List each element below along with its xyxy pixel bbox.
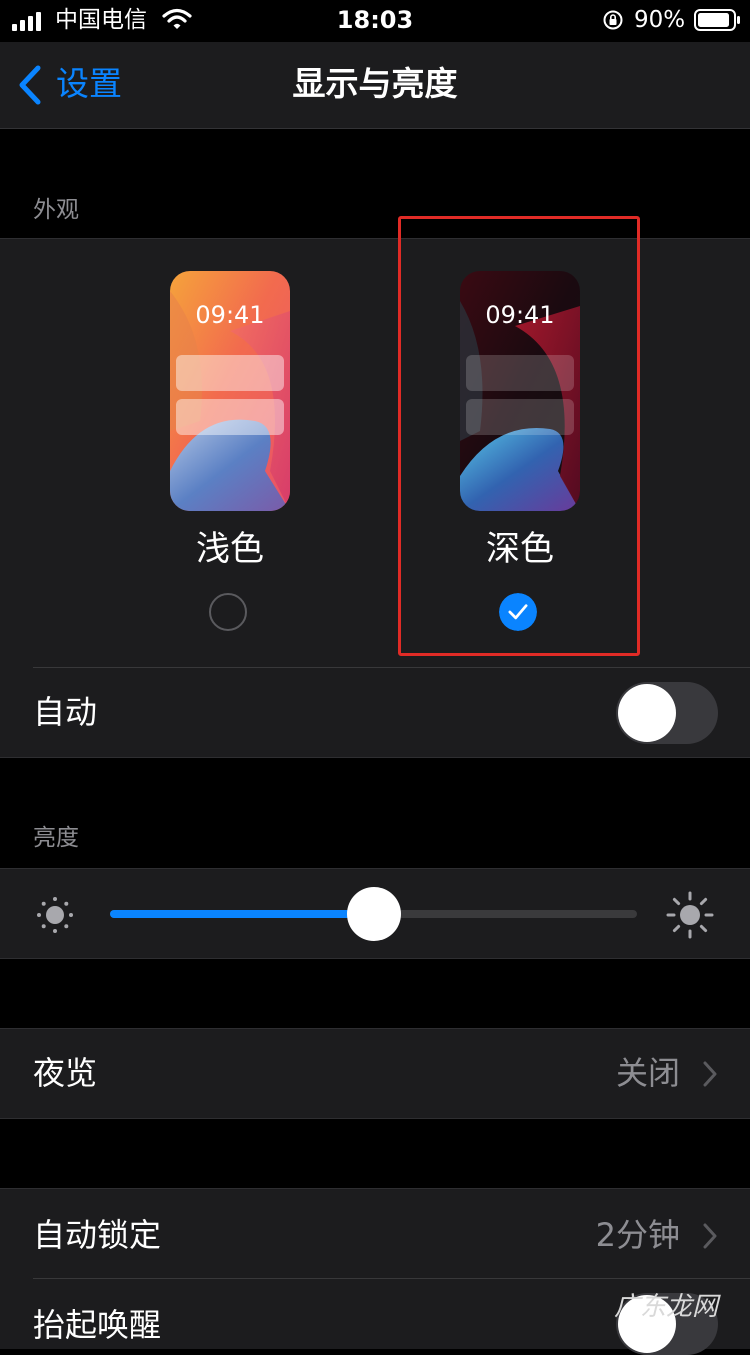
watermark: 广东龙网 <box>614 1292 719 1322</box>
battery-icon <box>694 9 740 31</box>
auto-lock-value: 2分钟 <box>595 1216 680 1254</box>
status-bar: 中国电信 18:03 90% <box>0 0 750 42</box>
brightness-group <box>0 868 750 959</box>
chevron-right-icon <box>703 1061 717 1087</box>
brightness-high-icon <box>666 891 714 939</box>
brightness-low-icon <box>37 897 73 933</box>
light-mode-preview: 09:41 <box>170 271 290 511</box>
light-mode-label: 浅色 <box>196 529 264 569</box>
rotation-lock-icon <box>603 10 623 30</box>
brightness-slider-fill <box>110 910 374 918</box>
night-shift-label: 夜览 <box>33 1054 98 1092</box>
raise-to-wake-label: 抬起唤醒 <box>33 1306 162 1344</box>
toggle-knob <box>618 684 676 742</box>
light-mode-radio[interactable] <box>209 593 247 631</box>
navigation-bar: 设置 显示与亮度 <box>0 42 750 129</box>
brightness-section-header: 亮度 <box>33 825 79 851</box>
brightness-slider-knob[interactable] <box>346 887 401 941</box>
night-shift-row[interactable]: 夜览 关闭 <box>0 1028 750 1119</box>
lock-group: 自动锁定 2分钟 抬起唤醒 <box>0 1188 750 1355</box>
light-mode-option[interactable]: 09:41 浅色 <box>150 239 310 669</box>
auto-appearance-label: 自动 <box>33 693 98 731</box>
night-shift-value: 关闭 <box>615 1054 680 1092</box>
chevron-right-icon <box>703 1223 717 1249</box>
appearance-section-header: 外观 <box>33 197 79 223</box>
auto-appearance-row: 自动 <box>0 668 750 757</box>
auto-lock-row[interactable]: 自动锁定 2分钟 <box>0 1189 750 1278</box>
light-preview-widget <box>176 355 284 391</box>
highlight-annotation <box>398 216 640 656</box>
light-preview-widget <box>176 399 284 435</box>
auto-lock-label: 自动锁定 <box>33 1216 162 1254</box>
battery-percentage: 90% <box>634 7 686 33</box>
light-preview-time: 09:41 <box>195 301 265 329</box>
auto-appearance-toggle[interactable] <box>616 682 718 744</box>
brightness-slider[interactable] <box>110 887 637 941</box>
page-title: 显示与亮度 <box>292 64 458 103</box>
